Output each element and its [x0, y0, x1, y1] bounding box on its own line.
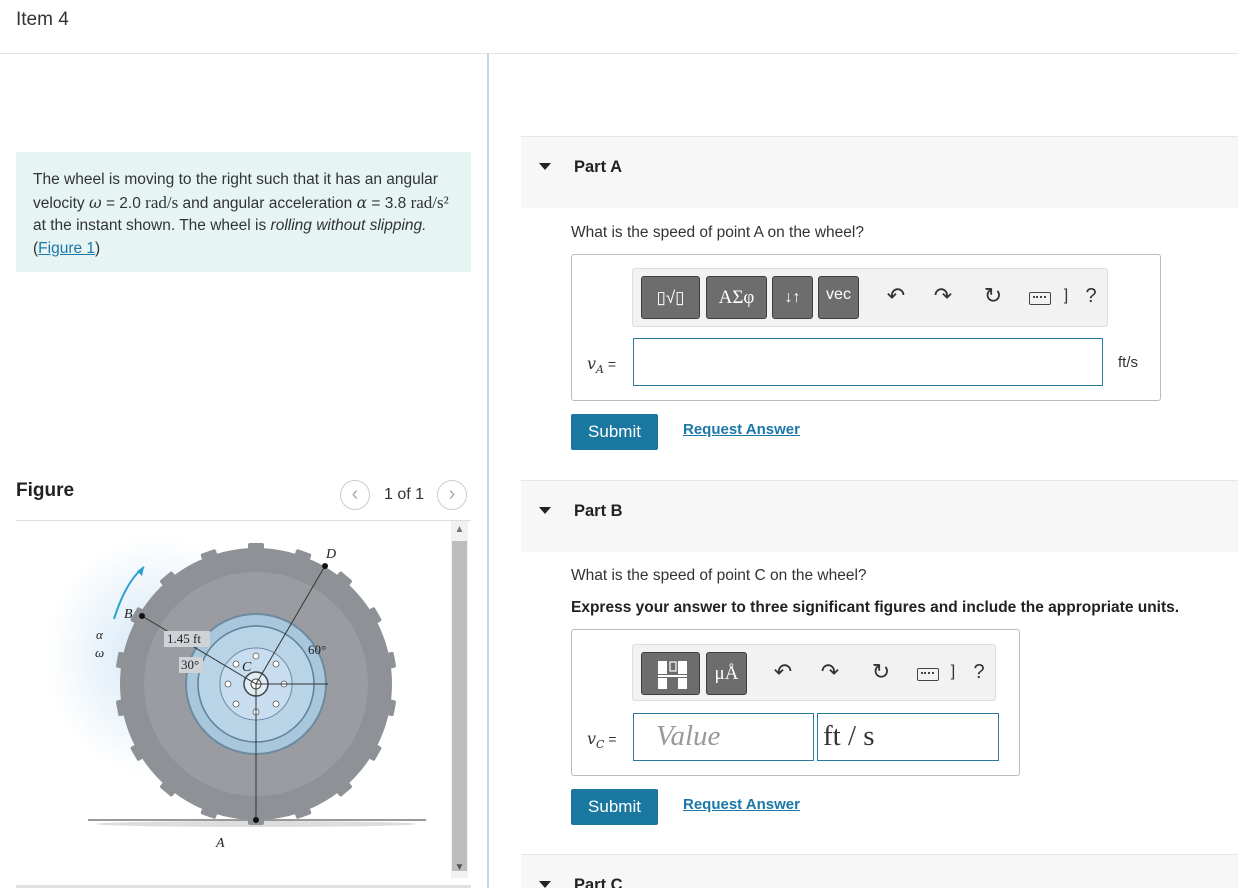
redo-icon[interactable]: ↷ [928, 281, 958, 311]
problem-text: and angular acceleration [178, 194, 357, 212]
part-b-answer-box: μÅ ↶ ↷ ↻ ] ? vC = Value ft / s [571, 629, 1020, 776]
problem-text: at the instant shown. The wheel is [33, 217, 271, 234]
unit-label-a: ft/s [1118, 354, 1139, 371]
arrows-button[interactable]: ↓↑ [772, 276, 813, 319]
angle-30-label: 30° [181, 657, 199, 672]
part-a-header[interactable]: Part A [521, 136, 1238, 208]
help-icon[interactable]: ? [1076, 281, 1106, 311]
part-a-answer-box: ▯√▯ ΑΣφ ↓↑ vec ↶ ↷ ↻ ] ? vA = ft/s [571, 254, 1161, 401]
omega-label: ω [95, 645, 104, 660]
caret-down-icon[interactable] [539, 881, 551, 888]
figure-link[interactable]: Figure 1 [38, 240, 95, 257]
part-a-title: Part A [574, 158, 622, 176]
problem-italic: rolling without slipping. [270, 217, 427, 234]
header: Item 4 [0, 0, 1238, 54]
wheel-diagram: D B C A 1.45 ft 30° 60° α ω [46, 536, 426, 851]
value-input[interactable]: Value [633, 713, 814, 761]
request-answer-link-b[interactable]: Request Answer [683, 796, 800, 813]
var-label-va: vA = [587, 354, 616, 376]
omega-symbol: ω [89, 193, 102, 212]
part-b-instructions: Express your answer to three significant… [571, 599, 1180, 616]
fraction-template-icon [658, 661, 687, 689]
figure-nav: ‹ 1 of 1 › [340, 480, 475, 510]
unit-rad-s2: rad/s² [410, 192, 449, 212]
var-label-vc: vC = [587, 729, 617, 751]
figure-scrollbar[interactable]: ▲ ▼ [451, 521, 468, 878]
right-column: Part A What is the speed of point A on t… [489, 54, 1238, 888]
equals: = [604, 731, 617, 747]
help-icon[interactable]: ? [964, 657, 994, 687]
units-button[interactable]: μÅ [706, 652, 747, 695]
label-c: C [242, 660, 252, 675]
unit-rad-s: rad/s [145, 192, 179, 212]
reset-icon[interactable]: ↻ [866, 657, 896, 687]
label-d: D [325, 547, 336, 562]
problem-text: = 3.8 [367, 194, 411, 212]
problem-statement: The wheel is moving to the right such th… [16, 152, 471, 272]
paren: ) [95, 239, 101, 257]
math-toolbar: ▯√▯ ΑΣφ ↓↑ vec ↶ ↷ ↻ ] ? [632, 268, 1108, 327]
figure-label: Figure [16, 480, 75, 501]
point-b [139, 613, 145, 619]
unit-input[interactable]: ft / s [817, 713, 999, 761]
part-c-header[interactable]: Part C [521, 854, 1238, 888]
chevron-left-icon[interactable]: ‹ [340, 480, 370, 510]
templates-button[interactable]: ▯√▯ [641, 276, 700, 319]
undo-icon[interactable]: ↶ [881, 281, 911, 311]
request-answer-link-a[interactable]: Request Answer [683, 421, 800, 438]
equals: = [604, 356, 617, 372]
scroll-thumb[interactable] [452, 541, 467, 871]
keyboard-icon[interactable] [1029, 292, 1051, 305]
item-title: Item 4 [16, 9, 69, 30]
keyboard-icon[interactable] [917, 668, 939, 681]
part-b-header[interactable]: Part B [521, 480, 1238, 552]
var-name: v [587, 354, 597, 373]
chevron-right-icon[interactable]: › [437, 480, 467, 510]
answer-input-a[interactable] [633, 338, 1103, 386]
alpha-label: α [96, 627, 104, 642]
point-a [253, 817, 259, 823]
greek-button[interactable]: ΑΣφ [706, 276, 767, 319]
var-sub: A [596, 363, 604, 377]
scroll-down-icon[interactable]: ▼ [451, 861, 468, 875]
angle-60-label: 60° [308, 642, 326, 657]
units-toolbar: μÅ ↶ ↷ ↻ ] ? [632, 644, 996, 701]
templates-button[interactable] [641, 652, 700, 695]
radius-label: 1.45 ft [167, 631, 201, 646]
point-d [322, 563, 328, 569]
caret-down-icon[interactable] [539, 507, 551, 514]
figure-image: D B C A 1.45 ft 30° 60° α ω [16, 521, 448, 881]
label-a: A [215, 836, 225, 851]
figure-counter: 1 of 1 [384, 486, 425, 503]
scroll-up-icon[interactable]: ▲ [451, 523, 468, 537]
part-b-title: Part B [574, 502, 623, 520]
reset-icon[interactable]: ↻ [978, 281, 1008, 311]
submit-button-b[interactable]: Submit [571, 789, 658, 825]
part-c-title: Part C [574, 876, 623, 888]
caret-down-icon[interactable] [539, 163, 551, 170]
var-name: v [587, 729, 597, 748]
undo-icon[interactable]: ↶ [768, 657, 798, 687]
redo-icon[interactable]: ↷ [815, 657, 845, 687]
label-b: B [124, 607, 133, 622]
vec-button[interactable]: vec [818, 276, 859, 319]
alpha-symbol: α [356, 193, 368, 212]
submit-button-a[interactable]: Submit [571, 414, 658, 450]
part-a-question: What is the speed of point A on the whee… [571, 224, 864, 241]
part-b-question: What is the speed of point C on the whee… [571, 567, 867, 584]
problem-text: = 2.0 [101, 194, 146, 212]
